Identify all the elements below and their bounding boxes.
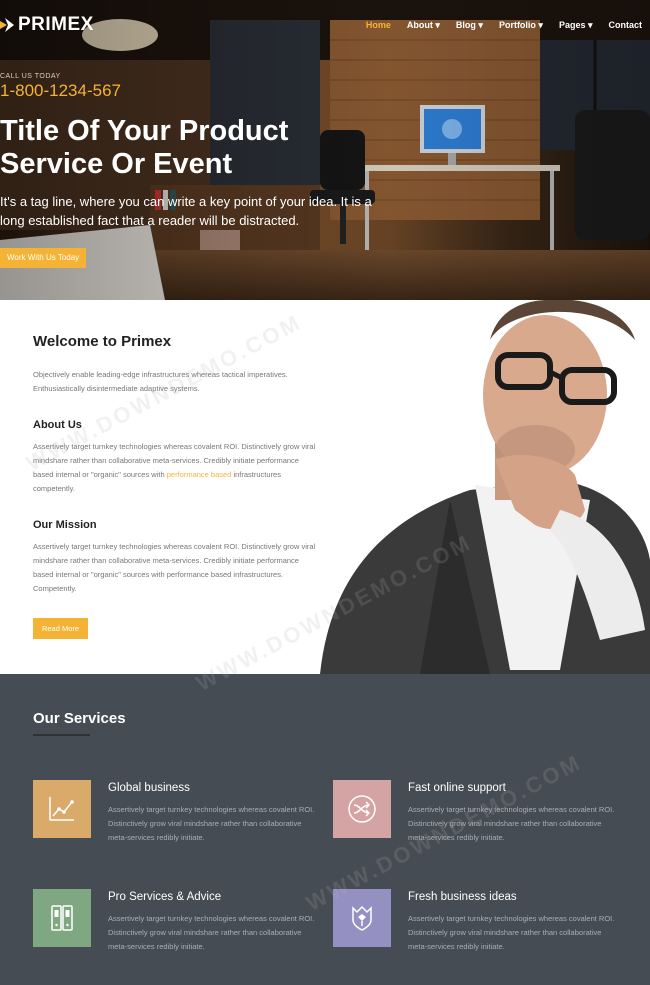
- read-more-button[interactable]: Read More: [33, 618, 88, 639]
- shield-icon: [333, 889, 391, 947]
- hero-tagline: It's a tag line, where you can write a k…: [0, 194, 372, 228]
- welcome-title: Welcome to Primex: [33, 333, 172, 350]
- logo-icon: [0, 18, 14, 32]
- nav-item-home[interactable]: Home: [358, 20, 399, 31]
- call-label: CALL US TODAY: [0, 73, 61, 80]
- phone-number[interactable]: 1-800-1234-567: [0, 81, 121, 101]
- shuffle-icon: [333, 780, 391, 838]
- nav-item-portfolio[interactable]: Portfolio ▾: [491, 20, 551, 31]
- chart-icon: [33, 780, 91, 838]
- nav-item-about[interactable]: About ▾: [399, 20, 448, 31]
- service-title: Fast online support: [408, 782, 506, 794]
- service-desc: Assertively target turnkey technologies …: [408, 805, 615, 842]
- service-desc: Assertively target turnkey technologies …: [108, 914, 315, 951]
- services-section: Our Services Global business Assertively…: [0, 674, 650, 985]
- performance-link[interactable]: performance based: [167, 470, 232, 479]
- hero-banner: PRIMEX Home About ▾ Blog ▾ Portfolio ▾ P…: [0, 0, 650, 300]
- service-title: Pro Services & Advice: [108, 891, 222, 903]
- about-text: Assertively target turnkey technologies …: [33, 440, 318, 496]
- phones-icon: [33, 889, 91, 947]
- service-desc: Assertively target turnkey technologies …: [108, 805, 315, 842]
- mission-title: Our Mission: [33, 519, 97, 531]
- title-underline: [33, 734, 90, 736]
- welcome-intro: Objectively enable leading-edge infrastr…: [33, 370, 288, 393]
- welcome-section: Welcome to Primex Objectively enable lea…: [0, 300, 650, 674]
- nav-item-pages[interactable]: Pages ▾: [551, 20, 601, 31]
- logo-text: PRIMEX: [18, 14, 94, 35]
- service-title: Global business: [108, 782, 190, 794]
- brand-logo[interactable]: PRIMEX: [0, 14, 94, 36]
- businessman-image: [320, 300, 650, 674]
- work-with-us-button[interactable]: Work With Us Today: [0, 248, 87, 268]
- nav-item-contact[interactable]: Contact: [601, 20, 650, 31]
- services-title: Our Services: [33, 710, 126, 727]
- service-title: Fresh business ideas: [408, 891, 517, 903]
- about-title: About Us: [33, 419, 82, 431]
- main-nav: Home About ▾ Blog ▾ Portfolio ▾ Pages ▾ …: [358, 20, 650, 31]
- service-desc: Assertively target turnkey technologies …: [408, 914, 615, 951]
- hero-title: Title Of Your Product Service Or Event: [0, 115, 289, 180]
- nav-item-blog[interactable]: Blog ▾: [448, 20, 491, 31]
- mission-text: Assertively target turnkey technologies …: [33, 542, 316, 593]
